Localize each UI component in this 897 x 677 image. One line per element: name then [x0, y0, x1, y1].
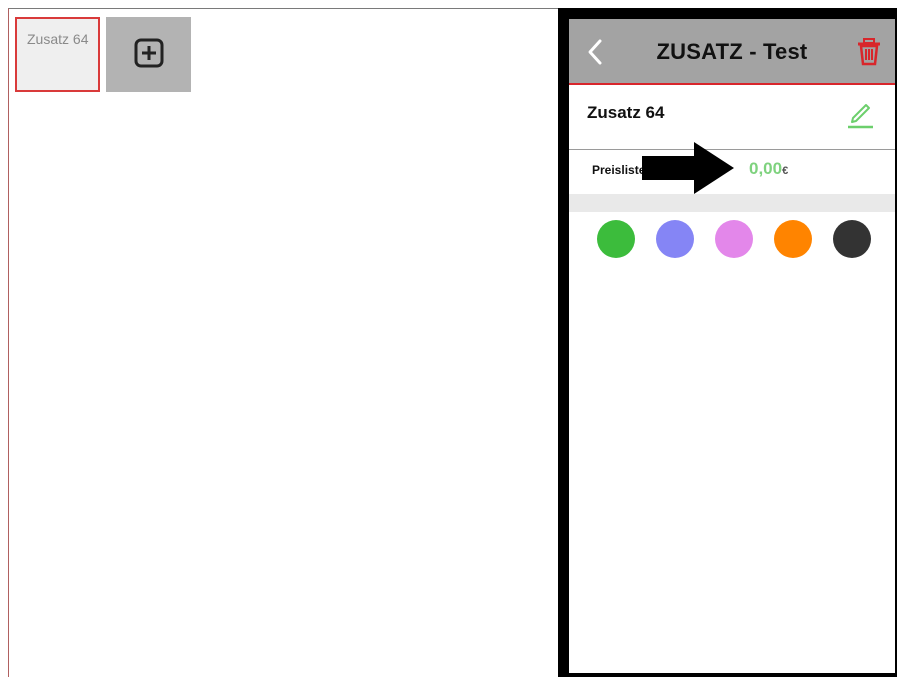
panel-title: ZUSATZ - Test — [656, 39, 808, 64]
item-name: Zusatz 64 — [587, 103, 665, 122]
edit-button[interactable] — [843, 97, 877, 131]
arrow-right-icon — [642, 142, 734, 194]
price-list-label: Preisliste — [592, 163, 646, 177]
price-row: Preisliste 0,00€ — [569, 142, 895, 194]
name-row: Zusatz 64 — [569, 85, 895, 150]
currency-symbol: € — [782, 165, 789, 177]
section-divider — [569, 194, 895, 212]
tile-label: Zusatz 64 — [27, 31, 89, 47]
item-grid: Zusatz 64 — [8, 8, 558, 677]
price-amount: 0,00 — [749, 159, 783, 178]
color-swatch-pink[interactable] — [715, 220, 753, 258]
add-tile-button[interactable] — [106, 17, 191, 92]
plus-square-icon — [134, 38, 164, 68]
detail-panel: ZUSATZ - Test Zusatz 64 Preisliste 0,00€ — [569, 19, 895, 673]
color-swatch-blue[interactable] — [656, 220, 694, 258]
price-value[interactable]: 0,00€ — [749, 159, 788, 179]
color-swatch-green[interactable] — [597, 220, 635, 258]
delete-button[interactable] — [855, 37, 883, 67]
pencil-icon — [848, 104, 873, 129]
panel-header: ZUSATZ - Test — [569, 19, 895, 85]
color-swatch-orange[interactable] — [774, 220, 812, 258]
tile-zusatz-64[interactable]: Zusatz 64 — [15, 17, 100, 92]
color-swatch-black[interactable] — [833, 220, 871, 258]
trash-icon — [858, 38, 880, 66]
